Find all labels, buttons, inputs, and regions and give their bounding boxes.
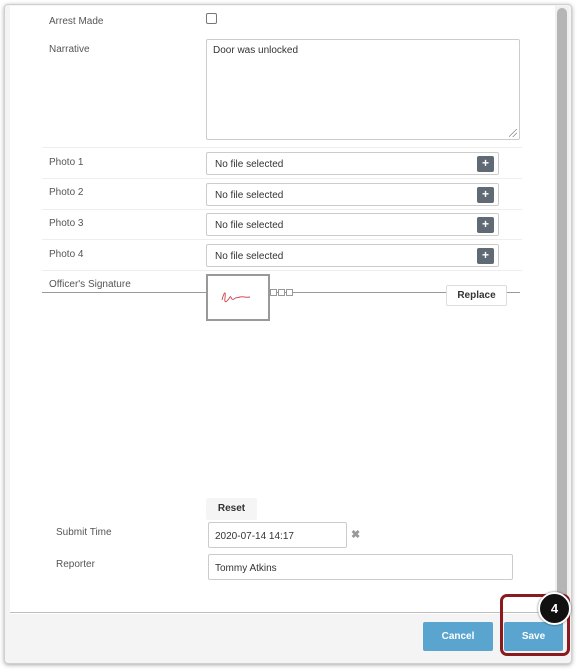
photo-2-field[interactable]: No file selected + xyxy=(206,183,499,206)
photo-2-status: No file selected xyxy=(215,190,284,201)
photo-3-field[interactable]: No file selected + xyxy=(206,213,499,236)
reporter-label: Reporter xyxy=(56,559,95,570)
photo-2-add-button[interactable]: + xyxy=(477,187,494,203)
photo-1-add-button[interactable]: + xyxy=(477,156,494,172)
photo-4-label: Photo 4 xyxy=(49,249,84,260)
narrative-text: Door was unlocked xyxy=(213,45,299,56)
photo-2-label: Photo 2 xyxy=(49,187,84,198)
resize-grip-icon[interactable] xyxy=(509,129,517,137)
photo-4-status: No file selected xyxy=(215,251,284,262)
cancel-button[interactable]: Cancel xyxy=(423,622,493,651)
replace-button[interactable]: Replace xyxy=(446,285,507,306)
reset-button[interactable]: Reset xyxy=(206,498,257,520)
arrest-made-checkbox[interactable] xyxy=(206,13,217,24)
signature-resize-handles[interactable] xyxy=(270,288,294,299)
footer-divider xyxy=(10,612,568,613)
signature-label: Officer's Signature xyxy=(49,279,131,290)
reporter-input[interactable]: Tommy Atkins xyxy=(208,554,513,580)
photo-3-label: Photo 3 xyxy=(49,218,84,229)
scrollbar-thumb[interactable] xyxy=(557,8,567,608)
photo-1-field[interactable]: No file selected + xyxy=(206,152,499,175)
photo-1-label: Photo 1 xyxy=(49,157,84,168)
signature-pad[interactable] xyxy=(206,274,270,321)
divider xyxy=(42,239,522,240)
signature-image xyxy=(221,292,251,303)
narrative-textarea[interactable]: Door was unlocked xyxy=(206,39,520,140)
photo-3-status: No file selected xyxy=(215,220,284,231)
photo-1-status: No file selected xyxy=(215,159,284,170)
submit-time-input[interactable]: 2020-07-14 14:17 xyxy=(208,522,347,548)
arrest-made-label: Arrest Made xyxy=(49,16,104,27)
divider xyxy=(42,270,522,271)
divider xyxy=(42,147,522,148)
divider xyxy=(42,209,522,210)
photo-3-add-button[interactable]: + xyxy=(477,217,494,233)
photo-4-field[interactable]: No file selected + xyxy=(206,244,499,267)
step-number-badge: 4 xyxy=(538,592,571,625)
divider xyxy=(42,178,522,179)
submit-time-label: Submit Time xyxy=(56,527,112,538)
clear-icon[interactable]: ✖ xyxy=(351,528,360,541)
photo-4-add-button[interactable]: + xyxy=(477,248,494,264)
narrative-label: Narrative xyxy=(49,44,90,55)
